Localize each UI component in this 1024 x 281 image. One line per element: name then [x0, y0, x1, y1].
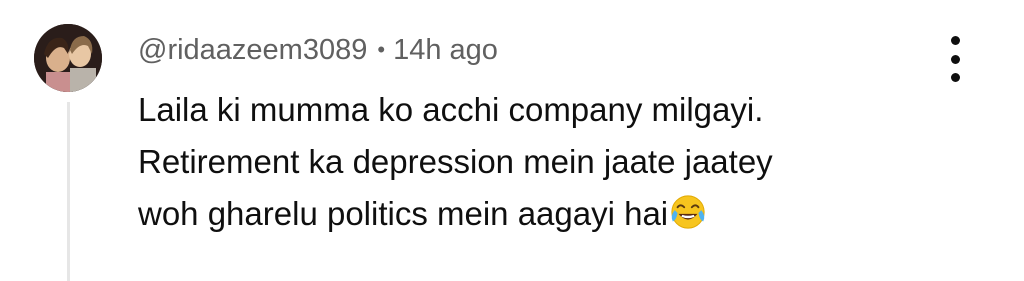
comment-line-3-wrap: woh gharelu politics mein aagayi hai: [138, 188, 958, 240]
avatar[interactable]: [34, 24, 102, 92]
ellipsis-dot: [950, 73, 960, 82]
comment: @ridaazeem3089 • 14h ago Laila ki mumma …: [0, 0, 1024, 281]
comment-body: Laila ki mumma ko acchi company milgayi.…: [138, 84, 958, 240]
comment-meta: @ridaazeem3089 • 14h ago: [138, 30, 498, 70]
username[interactable]: @ridaazeem3089: [138, 34, 367, 67]
comment-line-3: woh gharelu politics mein aagayi hai: [138, 195, 669, 232]
vertical-ellipsis-icon: [950, 36, 960, 45]
timestamp[interactable]: 14h ago: [393, 34, 498, 67]
thread-line: [67, 102, 70, 281]
meta-separator: •: [377, 37, 386, 62]
ellipsis-dot: [950, 54, 960, 64]
comment-line-2: Retirement ka depression mein jaate jaat…: [138, 143, 773, 180]
comment-line-1: Laila ki mumma ko acchi company milgayi.: [138, 91, 764, 128]
face-with-tears-of-joy-icon: [671, 195, 705, 229]
more-options-button[interactable]: [940, 36, 970, 82]
